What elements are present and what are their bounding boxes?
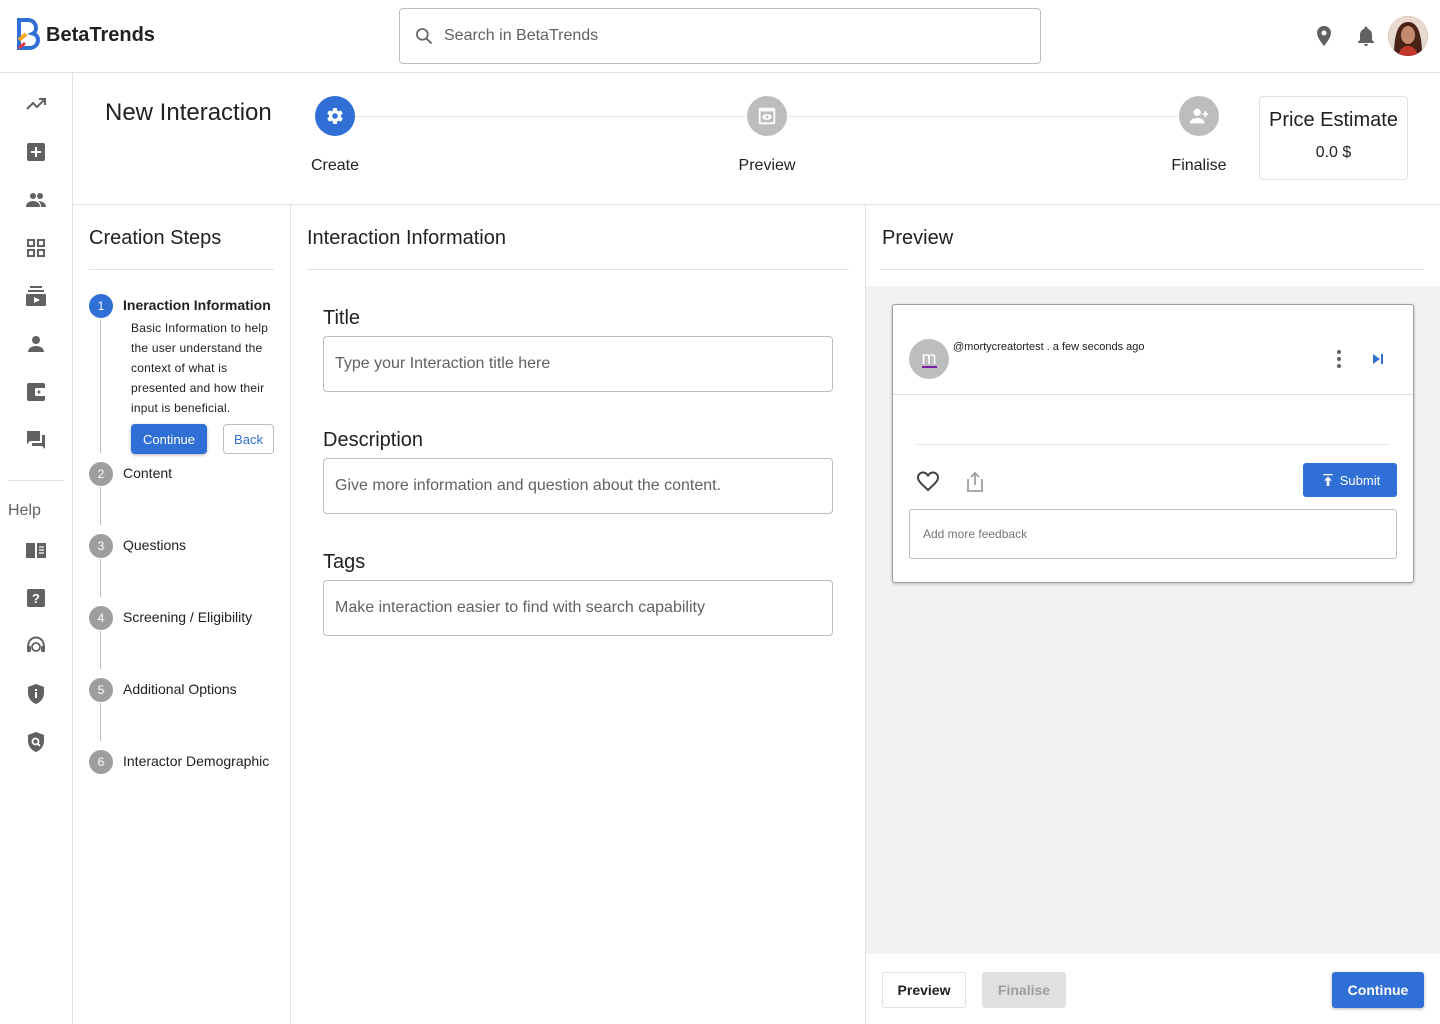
search-icon (416, 28, 433, 45)
step-connector (100, 559, 101, 597)
top-bar: BetaTrends (0, 0, 1440, 73)
stepper-step-finalise[interactable] (1179, 96, 1219, 136)
support-agent-icon[interactable] (24, 634, 48, 658)
creation-steps-panel: Creation Steps 1 Ineraction Information … (73, 205, 291, 1024)
step-connector (100, 703, 101, 741)
subscriptions-icon[interactable] (24, 284, 48, 308)
upload-icon (1323, 474, 1333, 486)
feedback-input[interactable] (909, 509, 1397, 559)
price-estimate-value: 0.0 $ (1315, 144, 1352, 161)
preview-button[interactable]: Preview (882, 972, 966, 1008)
help-icon[interactable]: ? (24, 586, 48, 610)
skip-next-icon[interactable] (1366, 347, 1390, 371)
step-number: 6 (89, 750, 113, 774)
page-title: New Interaction (105, 99, 272, 126)
description-input[interactable] (323, 458, 833, 514)
step-label: Additional Options (123, 681, 237, 697)
step-label: Questions (123, 537, 187, 553)
price-estimate-card: Price Estimate 0.0 $ (1259, 96, 1408, 180)
step-connector (100, 319, 101, 453)
notification-bell-icon[interactable] (1354, 24, 1378, 48)
app-logo[interactable]: BetaTrends (16, 18, 155, 52)
stepper-label-finalise: Finalise (1171, 157, 1227, 174)
app-name: BetaTrends (46, 23, 155, 46)
forum-icon[interactable] (24, 428, 48, 452)
preview-icon (758, 107, 776, 125)
side-navigation: Help ? (0, 73, 73, 1024)
stepper-label-create: Create (310, 157, 360, 174)
submit-button[interactable]: Submit (1303, 463, 1397, 497)
tags-field-label: Tags (323, 551, 366, 573)
step-label: Content (123, 465, 173, 481)
stepper-label-preview: Preview (738, 157, 796, 174)
title-field-label: Title (323, 307, 361, 329)
settings-icon (327, 108, 343, 124)
rail-divider (8, 480, 64, 481)
panel-divider (307, 269, 849, 270)
step-back-button[interactable]: Back (223, 424, 274, 454)
step-label: Ineraction Information (123, 297, 271, 313)
creation-steps-title: Creation Steps (89, 227, 222, 249)
step-connector (100, 631, 101, 669)
search-bar[interactable] (399, 8, 1041, 64)
creator-avatar-letter: m (921, 348, 937, 368)
share-icon[interactable] (963, 470, 987, 494)
panel-divider (89, 269, 274, 270)
person-add-icon (1189, 108, 1209, 124)
heart-outline-icon[interactable] (916, 470, 940, 494)
betatrends-logo-icon (17, 18, 40, 50)
svg-text:?: ? (32, 591, 40, 606)
stepper-step-preview[interactable] (747, 96, 787, 136)
help-section-label: Help (8, 502, 41, 519)
avatar-image (1388, 16, 1428, 56)
continue-button[interactable]: Continue (1332, 972, 1424, 1008)
step-number: 4 (89, 606, 113, 630)
search-input[interactable] (444, 27, 1004, 45)
person-icon[interactable] (24, 332, 48, 356)
stepper-connector (789, 116, 1178, 117)
security-search-icon[interactable] (24, 730, 48, 754)
description-field-label: Description (323, 429, 424, 451)
step-number: 1 (89, 294, 113, 318)
policy-icon[interactable] (24, 682, 48, 706)
menu-book-icon[interactable] (24, 538, 48, 562)
stepper-step-create[interactable] (315, 96, 355, 136)
price-estimate-title: Price Estimate (1269, 109, 1398, 131)
step-continue-button[interactable]: Continue (131, 424, 207, 454)
interaction-info-panel: Interaction Information Title Descriptio… (291, 205, 866, 1024)
user-avatar[interactable] (1388, 16, 1428, 56)
preview-title: Preview (882, 227, 954, 249)
add-box-icon[interactable] (24, 140, 48, 164)
step-label: Interactor Demographic (123, 753, 270, 769)
preview-panel: Preview m @mortycreatortest . a few seco… (866, 205, 1440, 1024)
card-divider (917, 444, 1389, 445)
wallet-icon[interactable] (24, 380, 48, 404)
step-description: Basic Information to help the user under… (131, 321, 269, 415)
step-number: 5 (89, 678, 113, 702)
step-label: Screening / Eligibility (123, 609, 253, 625)
creator-avatar: m (909, 339, 949, 379)
trending-up-icon[interactable] (24, 92, 48, 116)
interaction-preview-card: m @mortycreatortest . a few seconds ago … (892, 304, 1414, 583)
step-connector (100, 487, 101, 525)
card-divider (893, 394, 1413, 395)
creator-meta: @mortycreatortest . a few seconds ago (953, 341, 1145, 353)
more-vert-icon[interactable] (1327, 347, 1351, 371)
people-icon[interactable] (24, 188, 48, 212)
stepper-connector (355, 116, 745, 117)
step-number: 2 (89, 462, 113, 486)
location-pin-icon[interactable] (1312, 24, 1336, 48)
grid-view-icon[interactable] (24, 236, 48, 260)
tags-input[interactable] (323, 580, 833, 636)
panel-divider (880, 269, 1424, 270)
interaction-info-title: Interaction Information (307, 227, 506, 249)
title-input[interactable] (323, 336, 833, 392)
step-number: 3 (89, 534, 113, 558)
submit-label: Submit (1339, 472, 1381, 488)
finalise-button[interactable]: Finalise (982, 972, 1066, 1008)
page-header: New Interaction Create Preview Finalise … (73, 73, 1440, 205)
